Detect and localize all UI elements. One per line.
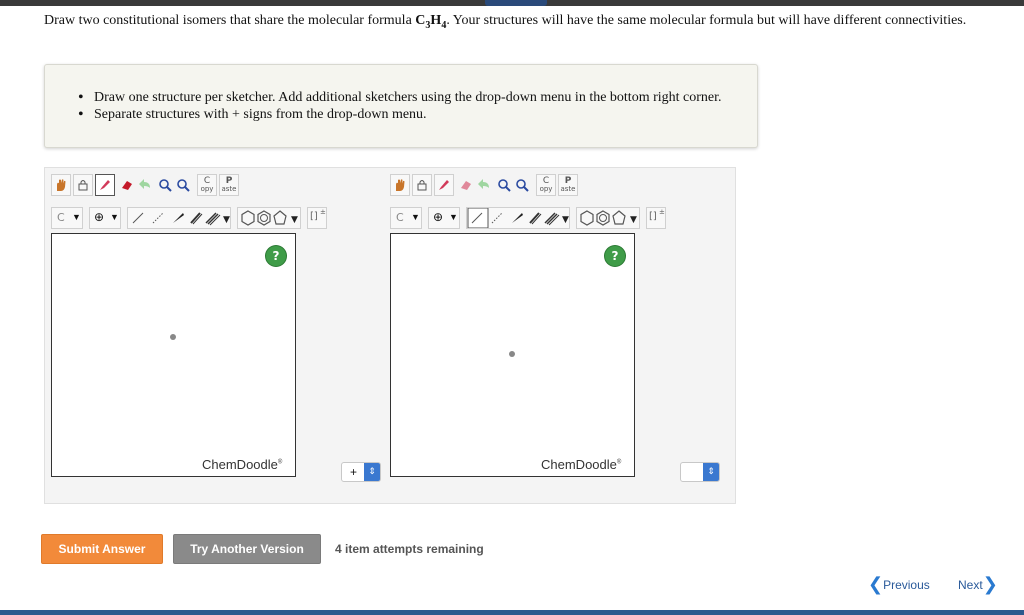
- zoom-out-icon[interactable]: [512, 174, 532, 196]
- help-icon[interactable]: ?: [266, 246, 286, 266]
- drawing-canvas[interactable]: ? ChemDoodle®: [390, 233, 635, 477]
- lasso-icon[interactable]: [73, 174, 93, 196]
- pencil-tool-icon[interactable]: [95, 174, 115, 196]
- next-label: Next: [958, 577, 983, 592]
- submit-answer-button[interactable]: Submit Answer: [41, 534, 163, 564]
- copy-label-bottom: opy: [200, 185, 214, 193]
- svg-text:▼: ▼: [223, 215, 230, 225]
- ring-tools[interactable]: ▼: [576, 207, 640, 229]
- svg-text:▼: ▼: [291, 215, 298, 225]
- bond-tools[interactable]: ▼: [466, 207, 570, 229]
- formula-carbon: C: [415, 13, 426, 28]
- pencil-tool-icon[interactable]: [434, 174, 454, 196]
- updown-arrow-icon: ⇕: [703, 463, 719, 481]
- eraser-icon[interactable]: [456, 174, 476, 196]
- separator-value: +: [350, 465, 358, 479]
- charge-icon: ⊕: [94, 210, 105, 224]
- formula-hydrogen: H: [430, 13, 442, 28]
- bracket-label: []: [649, 211, 657, 222]
- separator-select-1[interactable]: + ⇕: [341, 462, 381, 482]
- sketcher-1: Copy Paste C ▼ ⊕ ▼ ▼ ▼ [] ± ? ChemDoodle…: [51, 174, 327, 480]
- caret-down-icon: ▼: [72, 212, 81, 222]
- question-text: Draw two constitutional isomers that sha…: [44, 11, 984, 36]
- chevron-left-icon: ❮: [868, 574, 884, 595]
- instruction-item: Draw one structure per sketcher. Add add…: [78, 89, 722, 106]
- undo-icon[interactable]: [135, 174, 155, 196]
- caret-down-icon: ▼: [110, 212, 119, 222]
- element-select[interactable]: C ▼: [51, 207, 83, 229]
- bracket-charge: ±: [659, 208, 665, 216]
- next-link[interactable]: Next ❯: [958, 574, 998, 595]
- lasso-icon[interactable]: [412, 174, 432, 196]
- copy-button[interactable]: Copy: [197, 174, 217, 196]
- attempts-remaining: 4 item attempts remaining: [335, 542, 484, 556]
- bracket-label: []: [310, 211, 318, 222]
- help-icon[interactable]: ?: [605, 246, 625, 266]
- brackets-tool[interactable]: [] ±: [307, 207, 327, 229]
- updown-arrow-icon: ⇕: [364, 463, 380, 481]
- paste-label-bottom: aste: [221, 185, 237, 193]
- copy-button[interactable]: Copy: [536, 174, 556, 196]
- zoom-in-icon[interactable]: [494, 174, 514, 196]
- references-tab[interactable]: [485, 0, 547, 6]
- ring-tools[interactable]: ▼: [237, 207, 301, 229]
- separator-select-2[interactable]: ⇕: [680, 462, 720, 482]
- instructions-box: Draw one structure per sketcher. Add add…: [44, 64, 758, 148]
- canvas-cursor-dot: [509, 351, 515, 357]
- instruction-item: Separate structures with + signs from th…: [78, 106, 722, 123]
- question-prefix: Draw two constitutional isomers that sha…: [44, 13, 416, 28]
- previous-link[interactable]: ❮ Previous: [868, 574, 930, 595]
- brackets-tool[interactable]: [] ±: [646, 207, 666, 229]
- element-label: C: [396, 211, 404, 224]
- canvas-cursor-dot: [170, 334, 176, 340]
- svg-text:▼: ▼: [562, 215, 569, 225]
- chemdoodle-brand: ChemDoodle®: [202, 457, 282, 472]
- element-label: C: [57, 211, 65, 224]
- svg-text:▼: ▼: [630, 215, 637, 225]
- caret-down-icon: ▼: [449, 212, 458, 222]
- bottom-bar: [0, 610, 1024, 615]
- bracket-charge: ±: [320, 208, 326, 216]
- question-suffix: . Your structures will have the same mol…: [446, 13, 967, 28]
- chemdoodle-brand: ChemDoodle®: [541, 457, 621, 472]
- charge-select[interactable]: ⊕ ▼: [428, 207, 460, 229]
- drawing-canvas[interactable]: ? ChemDoodle®: [51, 233, 296, 477]
- top-bar: [0, 0, 1024, 6]
- sketcher-2: Copy Paste C ▼ ⊕ ▼ ▼ ▼ [] ± ? ChemDoodle…: [390, 174, 666, 480]
- try-another-version-button[interactable]: Try Another Version: [173, 534, 321, 564]
- copy-label-bottom: opy: [539, 185, 553, 193]
- brand-label: ChemDoodle: [202, 457, 278, 472]
- paste-button[interactable]: Paste: [219, 174, 239, 196]
- paste-label-bottom: aste: [560, 185, 576, 193]
- undo-icon[interactable]: [474, 174, 494, 196]
- brand-label: ChemDoodle: [541, 457, 617, 472]
- registered-mark: ®: [616, 459, 622, 466]
- registered-mark: ®: [277, 459, 283, 466]
- charge-select[interactable]: ⊕ ▼: [89, 207, 121, 229]
- paste-button[interactable]: Paste: [558, 174, 578, 196]
- zoom-in-icon[interactable]: [155, 174, 175, 196]
- zoom-out-icon[interactable]: [173, 174, 193, 196]
- previous-label: Previous: [883, 577, 930, 592]
- element-select[interactable]: C ▼: [390, 207, 422, 229]
- charge-icon: ⊕: [433, 210, 444, 224]
- hand-tool-icon[interactable]: [390, 174, 410, 196]
- eraser-icon[interactable]: [117, 174, 137, 196]
- chevron-right-icon: ❯: [982, 574, 998, 595]
- hand-tool-icon[interactable]: [51, 174, 71, 196]
- bond-tools[interactable]: ▼: [127, 207, 231, 229]
- caret-down-icon: ▼: [411, 212, 420, 222]
